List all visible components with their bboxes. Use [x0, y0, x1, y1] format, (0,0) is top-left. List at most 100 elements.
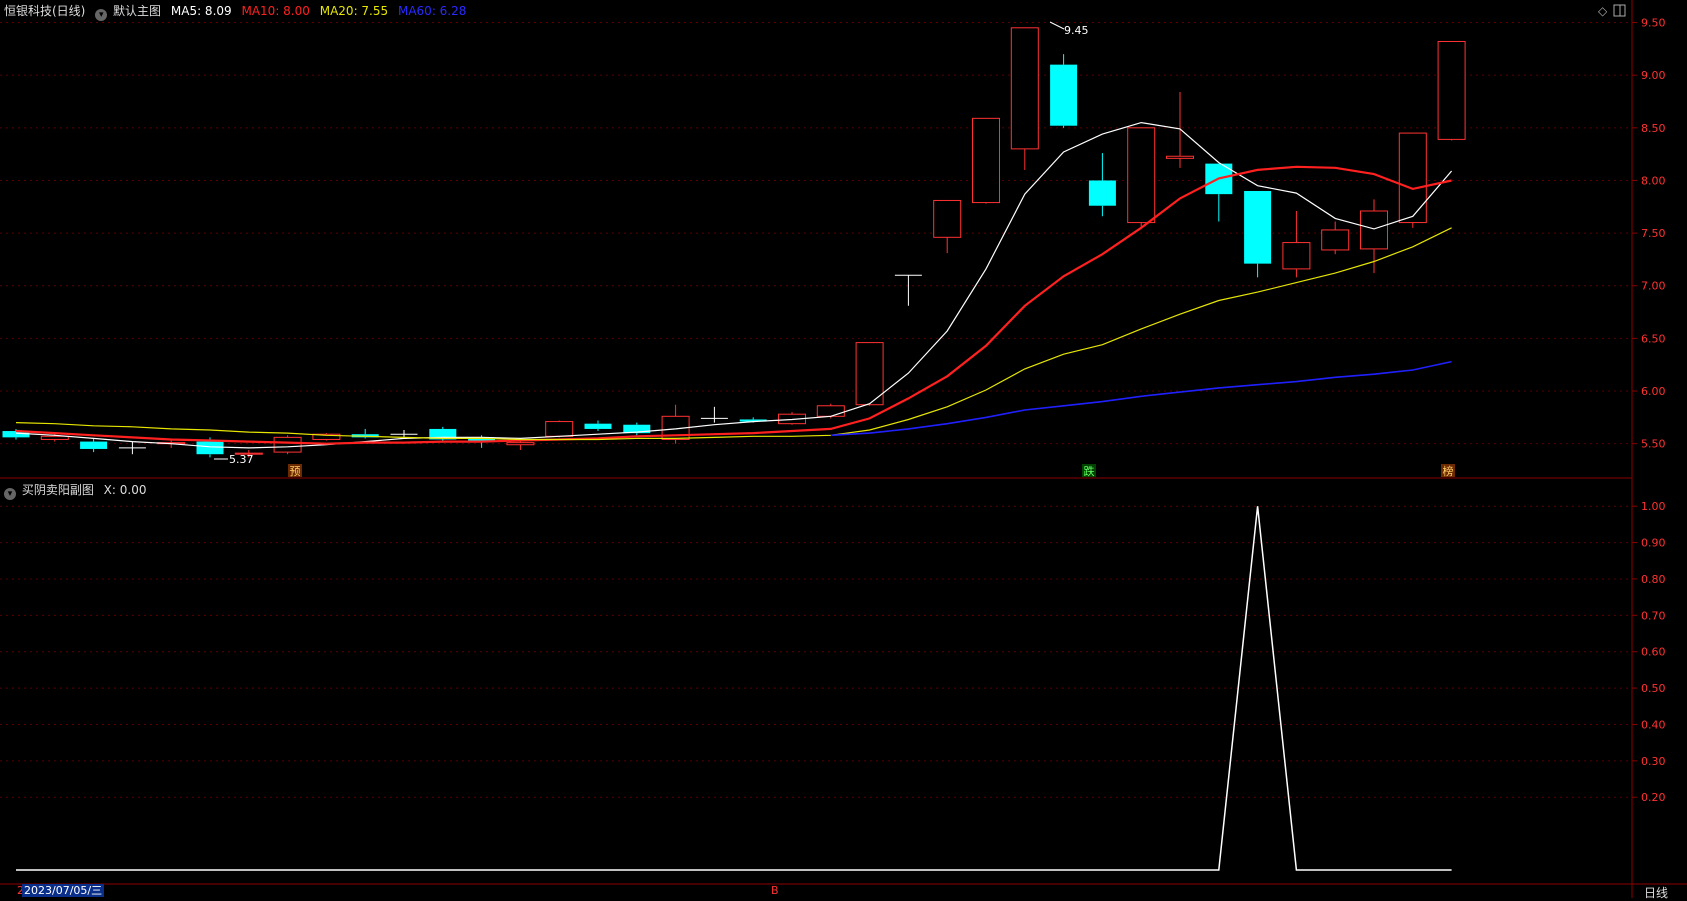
y-tick-label: 0.80 — [1641, 573, 1666, 586]
y-tick-label: 0.90 — [1641, 537, 1666, 550]
y-tick-label: 1.00 — [1641, 500, 1666, 513]
ma20-label: MA20: 7.55 — [319, 4, 389, 18]
y-tick-label: 0.60 — [1641, 646, 1666, 659]
candle — [1127, 127, 1156, 227]
x-value-label: X: 0.00 — [103, 483, 147, 497]
candle-body — [1127, 127, 1156, 224]
y-tick-label: 0.70 — [1641, 609, 1666, 622]
candle — [1205, 163, 1233, 222]
candle-body — [1088, 180, 1116, 206]
candle — [390, 429, 418, 438]
candle — [1010, 27, 1039, 170]
candle-body — [1244, 190, 1272, 264]
candle — [1321, 221, 1350, 255]
candle — [545, 420, 574, 438]
candle-body — [1398, 132, 1427, 224]
candle — [700, 406, 728, 423]
candles-layer — [2, 27, 1466, 458]
ma60-label: MA60: 6.28 — [397, 4, 467, 18]
main-chart-name[interactable]: 默认主图 — [113, 4, 161, 18]
candle-body — [972, 117, 1000, 204]
sub-grid — [0, 505, 1632, 798]
high-label: 9.45 — [1064, 24, 1089, 37]
candle-body — [1010, 27, 1039, 150]
y-tick-label: 0.20 — [1641, 791, 1666, 804]
candle — [1050, 54, 1078, 128]
candle-body — [273, 436, 302, 453]
candle — [506, 440, 535, 450]
event-marker-1: 预 — [288, 464, 302, 478]
stock-title[interactable]: 恒银科技(日线) — [4, 4, 85, 18]
candle-body — [506, 442, 535, 446]
ma10-label: MA10: 8.00 — [241, 4, 310, 18]
candle — [584, 420, 612, 432]
candle-body — [855, 342, 884, 406]
y-tick-label: 9.00 — [1641, 69, 1666, 82]
candle — [429, 426, 457, 443]
candle-body — [1321, 229, 1350, 251]
indicator-name[interactable]: 买阴卖阳副图 — [22, 483, 94, 497]
candle-body — [584, 423, 612, 429]
frame — [0, 0, 1687, 898]
candle — [1437, 40, 1466, 141]
candle — [933, 199, 962, 254]
svg-text:预: 预 — [290, 465, 301, 478]
chart-canvas: 9.50 9.00 8.50 8.00 7.50 7.00 6.50 6.00 5.50 1.0… — [0, 0, 1687, 898]
candle-body — [196, 441, 224, 455]
candle-body — [545, 421, 574, 437]
candle — [273, 435, 302, 455]
svg-text:榜: 榜 — [1443, 464, 1454, 478]
y-tick-label: 0.50 — [1641, 682, 1666, 695]
candle-body — [80, 441, 108, 449]
y-tick-label: 8.00 — [1641, 174, 1666, 187]
y-tick-label: 6.50 — [1641, 332, 1666, 345]
candle-body — [1437, 40, 1466, 140]
candle — [972, 117, 1000, 204]
ma5-label: MA5: 8.09 — [170, 4, 232, 18]
chevron-down-icon[interactable]: ▾ — [4, 488, 16, 500]
low-label: 5.37 — [229, 453, 254, 466]
low-annotation: 5.37 — [214, 453, 254, 466]
y-tick-label: 7.50 — [1641, 227, 1666, 240]
sub-header: ▾ 买阴卖阳副图 X: 0.00 — [4, 481, 146, 500]
y-tick-label: 7.00 — [1641, 280, 1666, 293]
svg-text:跌: 跌 — [1084, 464, 1095, 478]
candle-body — [933, 199, 962, 238]
top-right-controls[interactable]: ◇ — [1598, 4, 1626, 18]
candle-body — [1050, 64, 1078, 126]
candle-body — [40, 435, 69, 440]
candle — [80, 438, 108, 453]
event-marker-3: 榜 — [1441, 464, 1455, 478]
y-tick-label: 0.40 — [1641, 718, 1666, 731]
mid-marker: B — [771, 884, 779, 897]
y-tick-label: 6.00 — [1641, 385, 1666, 398]
series-line-ma60 — [830, 360, 1452, 437]
series-line-ma20 — [15, 227, 1452, 441]
y-tick-label: 5.50 — [1641, 438, 1666, 451]
main-header: 恒银科技(日线) ▾ 默认主图 MA5: 8.09 MA10: 8.00 MA2… — [4, 2, 466, 21]
candle — [894, 274, 922, 306]
date-label: 2023/07/05/三 — [22, 884, 105, 897]
candle — [118, 441, 146, 455]
sub-y-axis: 1.00 0.90 0.80 0.70 0.60 0.50 0.40 0.30 0.20 — [1632, 500, 1666, 804]
candle — [1166, 92, 1194, 168]
diamond-icon: ◇ — [1598, 4, 1608, 18]
candle-body — [1282, 242, 1311, 270]
y-tick-label: 8.50 — [1641, 122, 1666, 135]
period-button[interactable]: 日线 — [1644, 884, 1668, 901]
y-tick-label: 0.30 — [1641, 755, 1666, 768]
series-line-ma10 — [15, 165, 1452, 445]
candle-body — [1166, 155, 1194, 159]
main-y-axis: 9.50 9.00 8.50 8.00 7.50 7.00 6.50 6.00 5.50 — [1632, 17, 1666, 451]
high-annotation: 9.45 — [1049, 21, 1089, 37]
candle-body — [1360, 210, 1388, 250]
candle — [1398, 132, 1427, 228]
candle-body — [816, 405, 845, 417]
candle — [623, 422, 651, 436]
event-marker-2: 跌 — [1082, 464, 1096, 478]
chevron-down-icon[interactable]: ▾ — [95, 9, 108, 21]
candle — [1282, 210, 1311, 278]
candle — [1244, 190, 1272, 278]
candle — [1088, 153, 1116, 217]
y-tick-label: 9.50 — [1641, 17, 1666, 30]
